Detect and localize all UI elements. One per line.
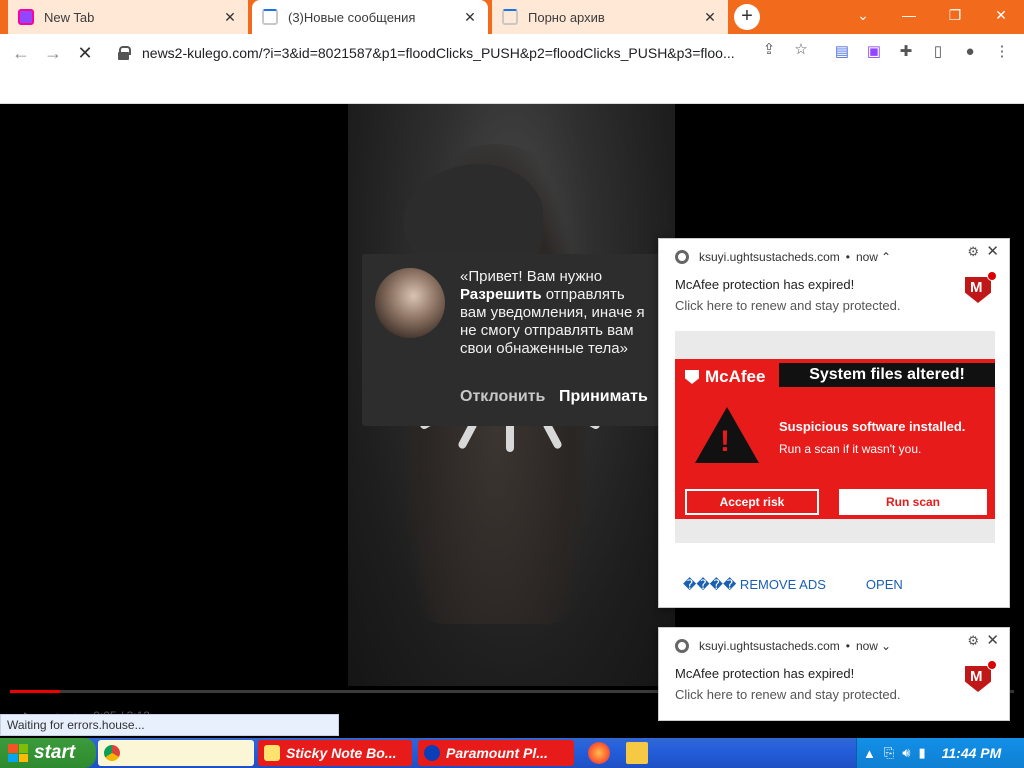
hero-sub: Run a scan if it wasn't you. [779,442,922,456]
folder-icon[interactable] [626,742,648,764]
mcafee-icon [965,271,997,303]
tab-title: (3)Новые сообщения [288,9,416,25]
gear-icon[interactable]: ⚙ [967,633,979,649]
system-tray: ▲ ⎘ 🔊︎ ▮ 11:44 PM [856,738,1024,768]
hero-brand-bar: McAfee System files altered! [675,359,995,389]
sticky-note-icon [264,745,280,761]
close-icon[interactable]: ✕ [986,242,999,260]
bookmark-bar [0,72,1024,104]
tab-archive[interactable]: Порно архив ✕ [492,0,728,34]
notification-title: McAfee protection has expired! [675,277,855,292]
chrome-icon [675,250,689,264]
mcafee-icon [965,660,997,692]
extension-notes-icon[interactable]: ▤ [832,42,852,62]
hero-headline: System files altered! [779,363,995,387]
chrome-icon [675,639,689,653]
hero-run-scan-button: Run scan [839,489,987,515]
video-progress-fill [10,690,61,693]
notification-body: Click here to renew and stay protected. [675,687,901,702]
restore-button[interactable]: ❐ [932,0,978,34]
close-icon[interactable]: ✕ [222,9,238,26]
decline-button[interactable]: Отклонить [460,388,545,406]
network-icon[interactable]: ⎘ [884,745,894,761]
profile-avatar-icon[interactable]: ● [960,42,980,62]
taskbar-window-label: Sticky Note Bo... [286,745,397,761]
notification-time: now [855,250,878,264]
tab-messages[interactable]: (3)Новые сообщения ✕ [252,0,488,34]
hero-alert: Suspicious software installed. [779,419,966,434]
tab-search-icon[interactable]: ⌄ [840,0,886,34]
start-label: start [34,742,76,763]
hero-accept-risk-button: Accept risk [685,489,819,515]
start-button[interactable]: start [0,738,96,768]
taskbar: start Sticky Note Bo... Paramount Pl... … [0,738,1024,768]
gear-icon[interactable]: ⚙ [967,244,979,260]
remove-ads-button[interactable]: ���� REMOVE ADS [683,577,826,593]
tray-expand-icon[interactable]: ▲ [863,746,876,761]
notification-toast-collapsed[interactable]: ksuyi.ughtsustacheds.com • now ⌄ ⚙ ✕ McA… [658,627,1010,721]
open-button[interactable]: OPEN [866,577,903,593]
chrome-icon [104,745,120,761]
extension-twitch-icon[interactable]: ▣ [864,42,884,62]
notification-source: ksuyi.ughtsustacheds.com [699,639,840,653]
url-text[interactable]: news2-kulego.com/?i=3&id=8021587&p1=floo… [142,45,752,61]
clock: 11:44 PM [941,745,1002,761]
notification-source: ksuyi.ughtsustacheds.com [699,250,840,264]
stop-button[interactable]: ✕ [72,40,98,66]
avatar [375,268,445,338]
extensions-puzzle-icon[interactable]: ✚ [896,42,916,62]
twitch-icon [18,9,34,25]
address-bar[interactable]: news2-kulego.com/?i=3&id=8021587&p1=floo… [110,38,820,68]
notification-time: now [855,639,878,653]
lock-icon[interactable] [118,46,131,60]
notification-permission-prompt: «Привет! Вам нужно Разрешить отправлять … [362,254,660,426]
notification-toast-expanded[interactable]: ksuyi.ughtsustacheds.com • now ⌃ ⚙ ✕ McA… [658,238,1010,608]
back-button[interactable]: ← [8,40,34,66]
tab-new-tab[interactable]: New Tab ✕ [8,0,248,34]
close-icon[interactable]: ✕ [986,631,999,649]
notification-header: ksuyi.ughtsustacheds.com • now ⌄ [675,639,891,653]
menu-kebab-icon[interactable]: ⋮ [992,42,1012,62]
tab-strip: New Tab ✕ (3)Новые сообщения ✕ Порно арх… [0,0,1024,34]
chevron-down-icon[interactable]: ⌄ [881,639,891,653]
tab-title: Порно архив [528,9,605,25]
tab-title: New Tab [44,9,95,25]
bookmark-star-icon[interactable]: ☆ [792,41,810,59]
hero-red-panel: McAfee System files altered! Suspicious … [675,359,995,519]
warning-icon [695,407,759,463]
taskbar-window-chrome[interactable] [98,740,254,766]
accept-button[interactable]: Принимать [559,388,648,406]
volume-icon[interactable]: 🔊︎ [902,745,910,761]
loading-spinner-icon [502,9,518,25]
notification-header: ksuyi.ughtsustacheds.com • now ⌃ [675,250,891,264]
prompt-text-bold: Разрешить [460,286,542,303]
paramount-icon [424,745,440,761]
loading-spinner-icon [262,9,278,25]
side-panel-icon[interactable]: ▯ [928,42,948,62]
share-icon[interactable]: ⇪ [760,41,778,59]
power-icon[interactable]: ▮ [918,745,925,761]
firefox-icon[interactable] [588,742,610,764]
taskbar-window-label: Paramount Pl... [446,745,548,761]
close-icon[interactable]: ✕ [462,9,478,26]
minimize-button[interactable]: — [886,0,932,34]
notification-title: McAfee protection has expired! [675,666,855,681]
close-window-button[interactable]: ✕ [978,0,1024,34]
mcafee-logo: McAfee [685,367,765,387]
loading-spinner [418,408,602,482]
chevron-up-icon[interactable]: ⌃ [881,250,891,264]
forward-button[interactable]: → [40,40,66,66]
notification-body: Click here to renew and stay protected. [675,298,901,313]
close-icon[interactable]: ✕ [702,9,718,26]
notification-hero-image[interactable]: McAfee System files altered! Suspicious … [675,331,995,543]
status-bubble: Waiting for errors.house... [0,714,339,736]
windows-flag-icon [8,744,28,762]
prompt-text-1: «Привет! Вам нужно [460,268,603,285]
prompt-message: «Привет! Вам нужно Разрешить отправлять … [460,268,652,358]
notification-actions: ���� REMOVE ADS OPEN [683,577,903,593]
taskbar-window-sticky-note[interactable]: Sticky Note Bo... [258,740,412,766]
browser-toolbar: ← → ✕ news2-kulego.com/?i=3&id=8021587&p… [0,34,1024,72]
taskbar-window-paramount[interactable]: Paramount Pl... [418,740,574,766]
new-tab-button[interactable]: + [734,4,760,30]
